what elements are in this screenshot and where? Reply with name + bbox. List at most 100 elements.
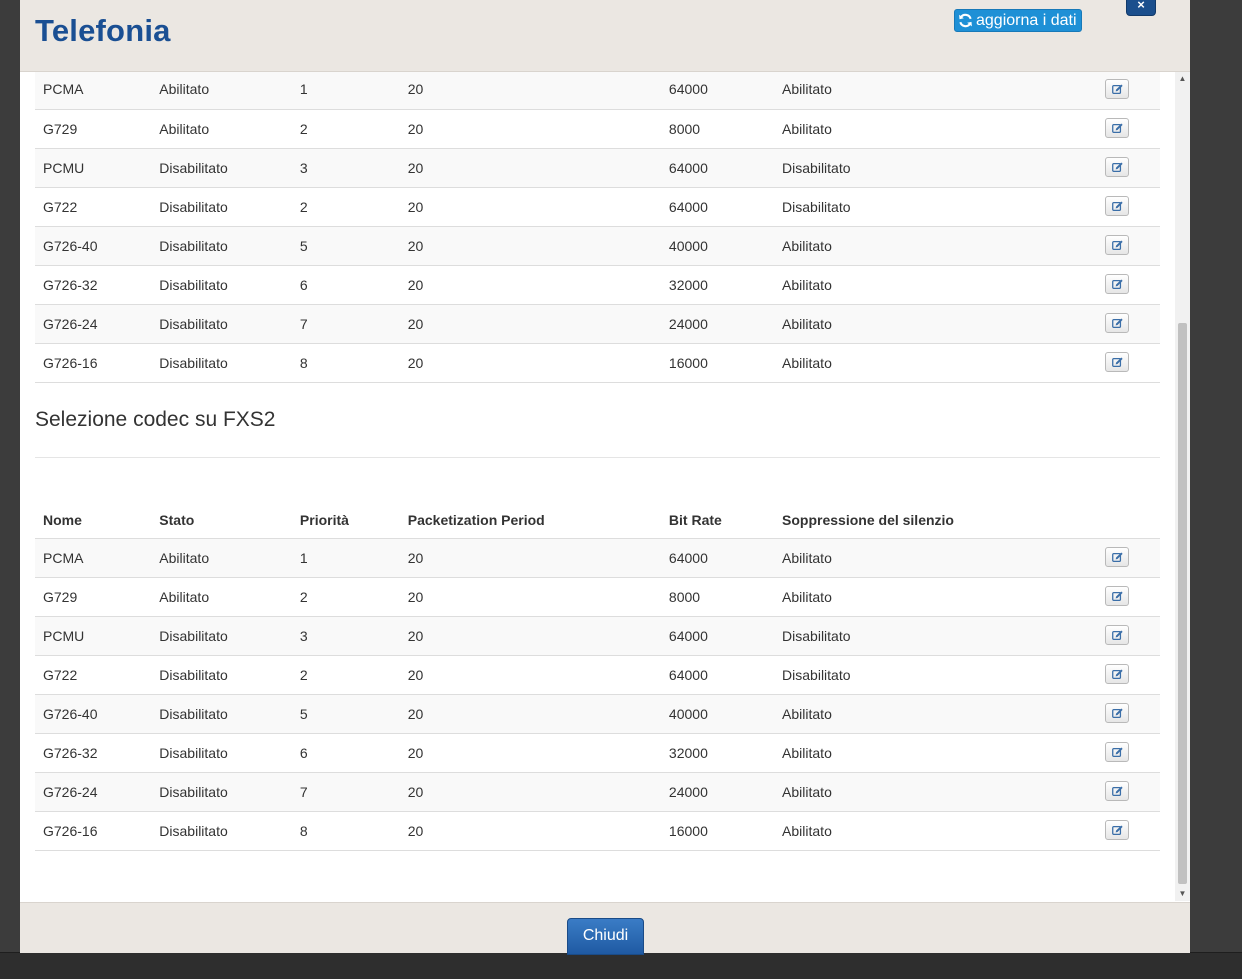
scroll-thumb[interactable] [1178, 323, 1187, 884]
cell-priorita: 7 [299, 315, 308, 332]
backdrop-right [1190, 0, 1242, 952]
cell-soppressione: Abilitato [782, 588, 832, 605]
modal-footer: Chiudi [20, 902, 1190, 955]
column-header-bitrate: Bit Rate [660, 495, 775, 539]
cell-soppressione: Disabilitato [782, 198, 851, 215]
cell-stato: Abilitato [159, 81, 210, 98]
cell-bitrate: 64000 [668, 627, 708, 644]
close-icon[interactable]: × [1126, 0, 1156, 16]
cell-actions [1097, 772, 1160, 811]
table-row: G726-32 Disabilitato 6 20 32000 Abilitato [35, 265, 1160, 304]
edit-button[interactable] [1104, 820, 1129, 840]
edit-button[interactable] [1104, 703, 1129, 723]
cell-priorita: 5 [299, 237, 308, 254]
table-row: G726-40 Disabilitato 5 20 40000 Abilitato [35, 226, 1160, 265]
edit-button[interactable] [1104, 78, 1129, 99]
cell-packetization: 20 [407, 120, 424, 137]
column-header-packetization: Packetization Period [399, 495, 661, 539]
cell-stato: Disabilitato [159, 315, 228, 332]
cell-priorita: 2 [299, 198, 308, 215]
cell-actions [1097, 343, 1160, 382]
cell-actions [1097, 655, 1160, 694]
chiudi-button[interactable]: Chiudi [567, 918, 644, 955]
cell-bitrate: 8000 [668, 120, 701, 137]
cell-priorita: 1 [299, 549, 308, 566]
codec-table-fxs1: PCMA Abilitato 1 20 64000 Abilitato G729 Abilit… [35, 72, 1160, 383]
cell-soppressione: Abilitato [782, 705, 832, 722]
cell-packetization: 20 [407, 159, 424, 176]
cell-stato: Disabilitato [159, 159, 228, 176]
edit-button[interactable] [1104, 313, 1129, 333]
edit-button[interactable] [1104, 235, 1129, 255]
cell-nome: PCMU [43, 627, 85, 644]
table-row: PCMA Abilitato 1 20 64000 Abilitato [35, 72, 1160, 109]
cell-priorita: 2 [299, 588, 308, 605]
cell-bitrate: 24000 [668, 315, 708, 332]
cell-actions [1097, 694, 1160, 733]
edit-button[interactable] [1104, 352, 1129, 372]
edit-button[interactable] [1104, 547, 1129, 567]
table-row: G726-32 Disabilitato 6 20 32000 Abilitato [35, 733, 1160, 772]
cell-packetization: 20 [407, 276, 424, 293]
edit-button[interactable] [1104, 664, 1129, 684]
cell-actions [1097, 72, 1160, 109]
cell-bitrate: 32000 [668, 744, 708, 761]
modal-content: PCMA Abilitato 1 20 64000 Abilitato G729 Abilit… [35, 72, 1160, 851]
cell-packetization: 20 [407, 81, 424, 98]
cell-soppressione: Disabilitato [782, 159, 851, 176]
cell-packetization: 20 [407, 588, 424, 605]
cell-soppressione: Abilitato [782, 783, 832, 800]
edit-button[interactable] [1104, 157, 1129, 177]
cell-priorita: 2 [299, 120, 308, 137]
cell-nome: G726-24 [43, 315, 98, 332]
cell-soppressione: Disabilitato [782, 627, 851, 644]
cell-nome: G726-16 [43, 822, 98, 839]
cell-packetization: 20 [407, 822, 424, 839]
cell-stato: Disabilitato [159, 705, 228, 722]
cell-priorita: 6 [299, 744, 308, 761]
edit-button[interactable] [1104, 781, 1129, 801]
table-row: G726-16 Disabilitato 8 20 16000 Abilitato [35, 811, 1160, 850]
cell-actions [1097, 811, 1160, 850]
scroll-up-arrow-icon[interactable]: ▲ [1175, 74, 1190, 84]
edit-button[interactable] [1104, 742, 1129, 762]
scroll-down-arrow-icon[interactable]: ▼ [1175, 889, 1190, 899]
cell-soppressione: Abilitato [782, 120, 832, 137]
cell-soppressione: Abilitato [782, 354, 832, 371]
edit-button[interactable] [1104, 625, 1129, 645]
vertical-scrollbar[interactable]: ▲ ▼ [1175, 72, 1190, 901]
cell-actions [1097, 265, 1160, 304]
modal-header: Telefonia aggiorna i dati × [20, 0, 1190, 72]
edit-button[interactable] [1104, 274, 1129, 294]
cell-bitrate: 64000 [668, 666, 708, 683]
cell-stato: Abilitato [159, 588, 210, 605]
cell-packetization: 20 [407, 744, 424, 761]
cell-priorita: 6 [299, 276, 308, 293]
table-header-row: Nome Stato Priorità Packetization Period… [35, 495, 1160, 539]
cell-priorita: 5 [299, 705, 308, 722]
cell-stato: Disabilitato [159, 744, 228, 761]
refresh-icon [958, 13, 973, 28]
cell-actions [1097, 616, 1160, 655]
cell-bitrate: 64000 [668, 159, 708, 176]
edit-button[interactable] [1104, 586, 1129, 606]
cell-stato: Disabilitato [159, 666, 228, 683]
table-row: PCMA Abilitato 1 20 64000 Abilitato [35, 538, 1160, 577]
table-row: G722 Disabilitato 2 20 64000 Disabilitato [35, 187, 1160, 226]
edit-button[interactable] [1104, 118, 1129, 138]
cell-nome: G726-32 [43, 744, 98, 761]
cell-stato: Disabilitato [159, 822, 228, 839]
cell-priorita: 2 [299, 666, 308, 683]
table-row: PCMU Disabilitato 3 20 64000 Disabilitato [35, 616, 1160, 655]
refresh-button[interactable]: aggiorna i dati [954, 9, 1082, 32]
cell-priorita: 3 [299, 627, 308, 644]
cell-actions [1097, 733, 1160, 772]
cell-priorita: 1 [299, 81, 308, 98]
edit-button[interactable] [1104, 196, 1129, 216]
cell-bitrate: 40000 [668, 237, 708, 254]
cell-soppressione: Abilitato [782, 81, 832, 98]
table-row: G726-40 Disabilitato 5 20 40000 Abilitato [35, 694, 1160, 733]
cell-packetization: 20 [407, 237, 424, 254]
cell-stato: Disabilitato [159, 237, 228, 254]
table-row: G729 Abilitato 2 20 8000 Abilitato [35, 577, 1160, 616]
